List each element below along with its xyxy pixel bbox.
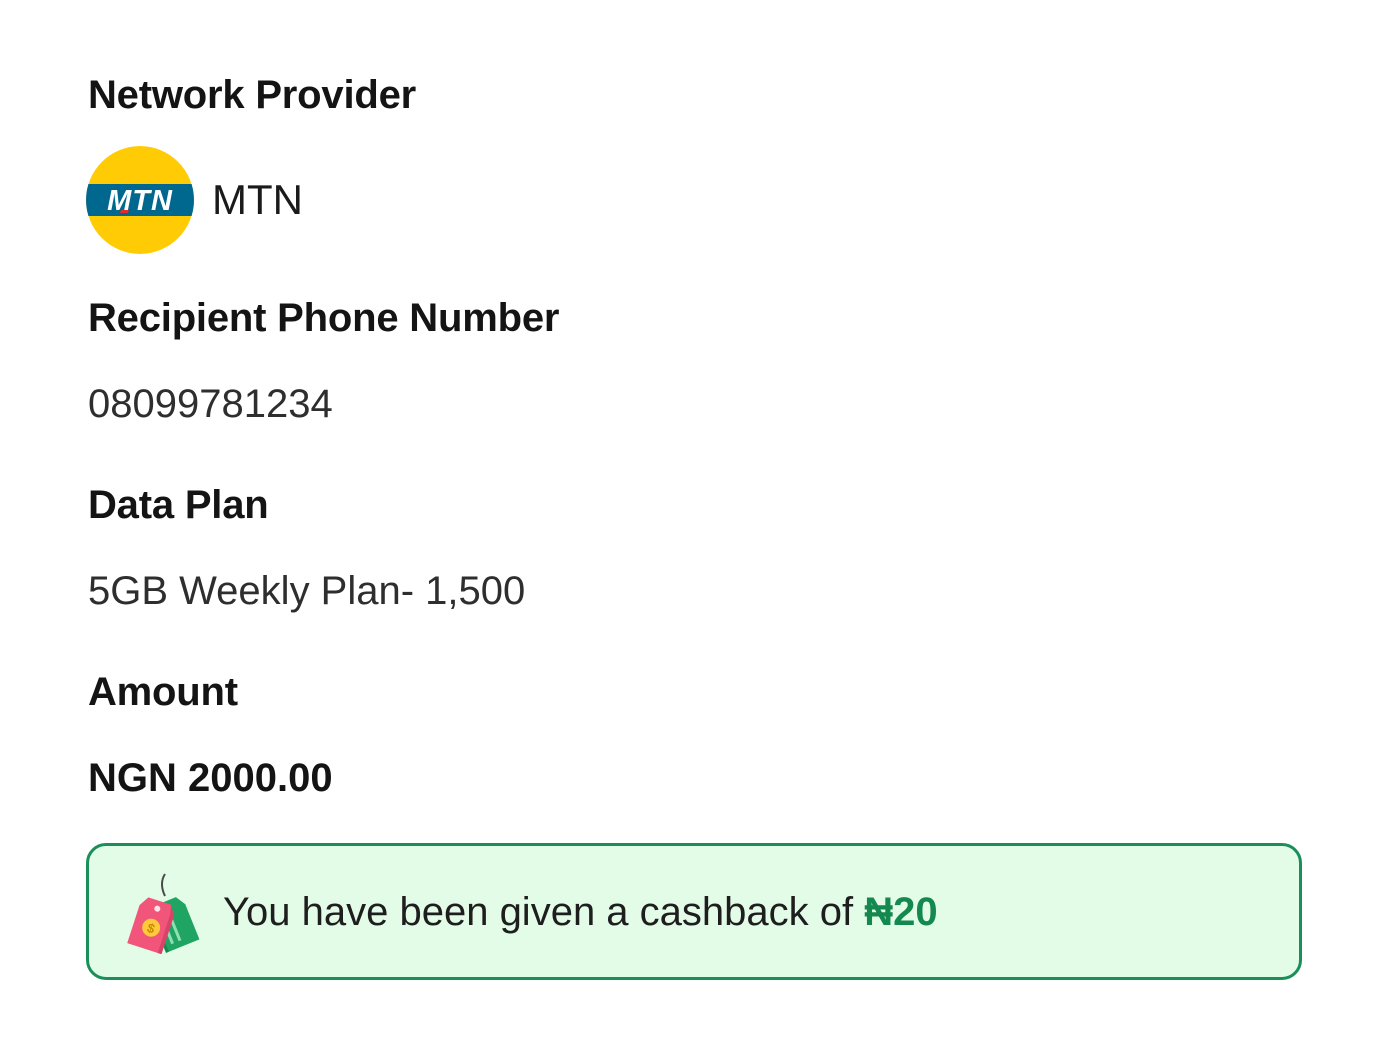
cashback-banner: $ You have been given a cashback of ₦20 <box>86 843 1302 980</box>
cashback-message: You have been given a cashback of ₦20 <box>223 888 938 936</box>
mtn-logo-icon: MTN <box>86 146 194 254</box>
network-provider-row: MTN MTN <box>86 145 303 255</box>
cashback-message-text: You have been given a cashback of <box>223 889 854 934</box>
network-provider-name: MTN <box>212 176 303 223</box>
transaction-summary: Network Provider MTN MTN Recipient Phone… <box>0 0 1388 1040</box>
data-plan-value: 5GB Weekly Plan- 1,500 <box>88 569 526 613</box>
recipient-phone-value: 08099781234 <box>88 382 333 426</box>
price-tags-icon: $ <box>125 870 201 954</box>
mtn-logo-text: MTN <box>107 185 173 217</box>
amount-value: NGN 2000.00 <box>88 756 333 800</box>
cashback-amount: ₦20 <box>864 889 938 934</box>
network-provider-label: Network Provider <box>88 73 417 117</box>
data-plan-label: Data Plan <box>88 483 269 527</box>
amount-label: Amount <box>88 670 238 714</box>
recipient-phone-label: Recipient Phone Number <box>88 296 560 340</box>
